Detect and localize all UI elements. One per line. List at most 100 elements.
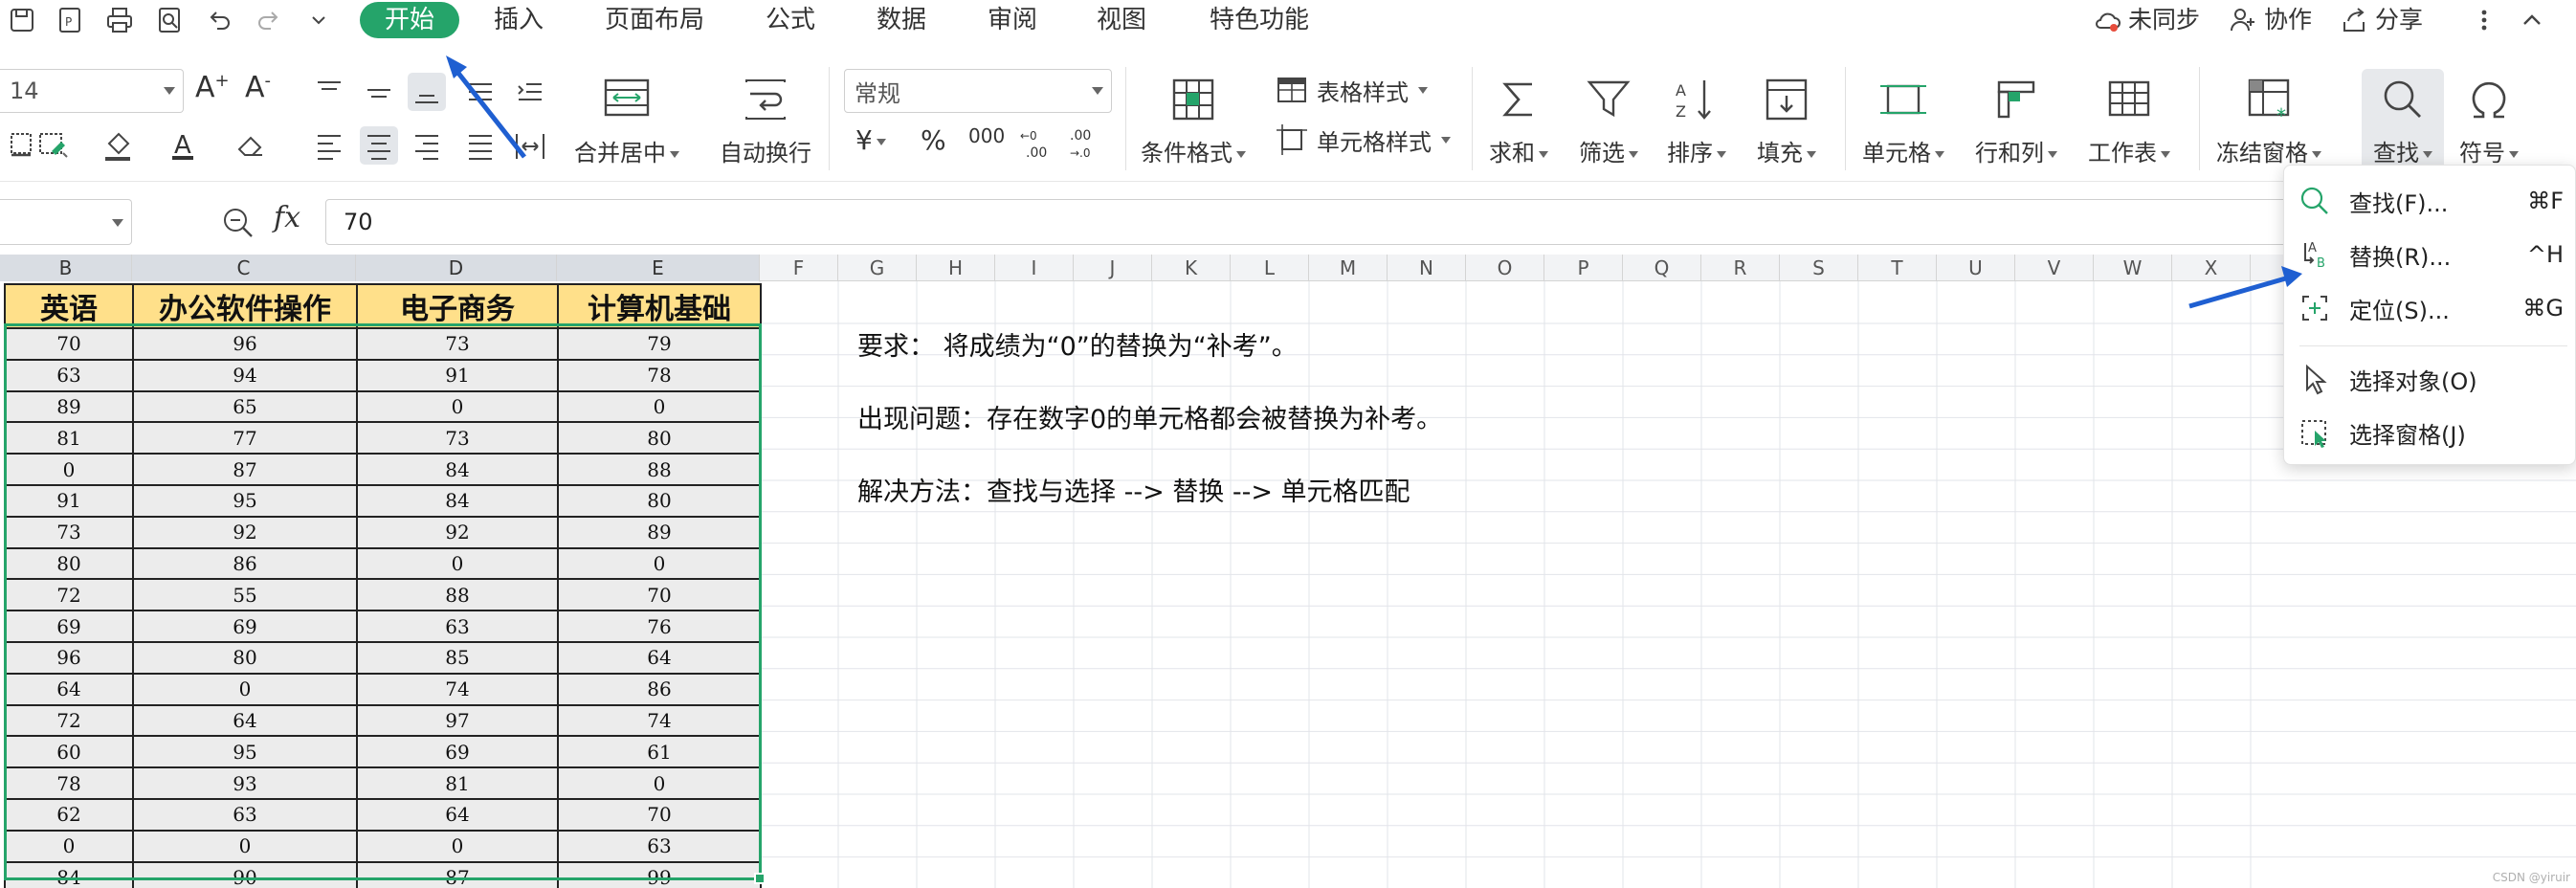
table-cell[interactable]: 89 xyxy=(557,515,762,549)
distributed-align-icon[interactable] xyxy=(511,126,549,165)
table-cell[interactable]: 80 xyxy=(557,421,762,455)
align-center-icon[interactable] xyxy=(360,126,398,165)
column-header-d[interactable]: D xyxy=(356,255,557,281)
table-cell[interactable]: 70 xyxy=(557,797,762,832)
table-cell[interactable]: 79 xyxy=(557,327,762,361)
column-header-i[interactable]: I xyxy=(995,255,1074,281)
zoom-search-icon[interactable] xyxy=(220,205,256,241)
merge-center-button[interactable]: 合并居中 xyxy=(574,73,679,167)
justify-icon[interactable] xyxy=(461,126,500,165)
tab-formulas[interactable]: 公式 xyxy=(766,2,815,38)
table-cell[interactable]: 81 xyxy=(356,766,559,800)
wrap-text-button[interactable]: 自动换行 xyxy=(720,73,811,167)
redo-icon[interactable] xyxy=(253,4,287,36)
column-header-r[interactable]: R xyxy=(1701,255,1780,281)
table-cell[interactable]: 65 xyxy=(132,389,358,424)
table-cell[interactable]: 0 xyxy=(356,389,559,424)
font-color-icon[interactable]: A xyxy=(165,126,203,165)
table-cell[interactable]: 73 xyxy=(4,515,134,549)
table-cell[interactable]: 80 xyxy=(4,546,134,581)
print-icon[interactable] xyxy=(103,4,138,36)
tab-review[interactable]: 审阅 xyxy=(988,2,1037,38)
menu-item-replace[interactable]: AB 替换(R)... ^H xyxy=(2284,231,2576,278)
table-cell[interactable]: 92 xyxy=(356,515,559,549)
fill-handle[interactable] xyxy=(754,873,766,884)
table-style-button[interactable]: 表格样式 xyxy=(1273,71,1428,109)
menu-item-find[interactable]: 查找(F)... ⌘F xyxy=(2284,177,2576,225)
table-cell[interactable]: 84 xyxy=(4,860,134,888)
table-cell[interactable]: 63 xyxy=(557,829,762,863)
more-options-icon[interactable] xyxy=(2469,2,2499,38)
table-cell[interactable]: 88 xyxy=(557,453,762,486)
table-cell[interactable]: 72 xyxy=(4,578,134,612)
table-cell[interactable]: 78 xyxy=(557,358,762,392)
column-header-w[interactable]: W xyxy=(2094,255,2172,281)
table-cell[interactable]: 95 xyxy=(132,483,358,518)
print-preview-icon[interactable] xyxy=(153,4,188,36)
table-cell[interactable]: 96 xyxy=(4,640,134,675)
column-header-j[interactable]: J xyxy=(1074,255,1152,281)
column-header-m[interactable]: M xyxy=(1309,255,1388,281)
menu-item-selection-pane[interactable]: 选择窗格(J) xyxy=(2284,409,2576,456)
tab-view[interactable]: 视图 xyxy=(1097,2,1146,38)
table-cell[interactable]: 69 xyxy=(4,610,134,643)
number-format-combo[interactable]: 常规 xyxy=(844,69,1112,113)
freeze-panes-button[interactable]: * 冻结窗格 xyxy=(2216,73,2321,167)
share-button[interactable]: 分享 xyxy=(2339,2,2423,38)
table-cell[interactable]: 97 xyxy=(356,703,559,738)
table-cell[interactable]: 94 xyxy=(132,358,358,392)
column-header-h[interactable]: H xyxy=(917,255,995,281)
decrease-decimal-icon[interactable]: .00 →.0 xyxy=(1064,124,1102,163)
table-cell[interactable]: 87 xyxy=(356,860,559,888)
column-header-p[interactable]: P xyxy=(1544,255,1623,281)
column-header-q[interactable]: Q xyxy=(1623,255,1701,281)
customize-toolbar-chevron-icon[interactable] xyxy=(302,4,337,36)
filter-button[interactable]: 筛选 xyxy=(1579,73,1638,167)
column-header-e[interactable]: E xyxy=(557,255,760,281)
cell-style-button[interactable]: 单元格样式 xyxy=(1273,121,1451,159)
header-computer-basics[interactable]: 计算机基础 xyxy=(557,283,762,329)
undo-icon[interactable] xyxy=(203,4,237,36)
increase-decimal-icon[interactable]: ←0.00 xyxy=(1016,124,1055,163)
column-header-t[interactable]: T xyxy=(1858,255,1937,281)
column-header-x[interactable]: X xyxy=(2172,255,2251,281)
tab-insert[interactable]: 插入 xyxy=(494,2,544,38)
table-cell[interactable]: 88 xyxy=(356,578,559,612)
table-cell[interactable]: 85 xyxy=(356,640,559,675)
fill-button[interactable]: 填充 xyxy=(1757,73,1816,167)
table-cell[interactable]: 86 xyxy=(132,546,358,581)
table-cell[interactable]: 0 xyxy=(557,389,762,424)
column-header-n[interactable]: N xyxy=(1388,255,1466,281)
table-cell[interactable]: 0 xyxy=(557,766,762,800)
table-cell[interactable]: 93 xyxy=(132,766,358,800)
sum-button[interactable]: 求和 xyxy=(1489,73,1548,167)
table-cell[interactable]: 73 xyxy=(356,327,559,361)
table-cell[interactable]: 74 xyxy=(557,703,762,738)
table-cell[interactable]: 99 xyxy=(557,860,762,888)
table-cell[interactable]: 84 xyxy=(356,483,559,518)
table-cell[interactable]: 0 xyxy=(557,546,762,581)
table-cell[interactable]: 64 xyxy=(557,640,762,675)
pdf-export-icon[interactable]: P xyxy=(54,4,88,36)
align-right-icon[interactable] xyxy=(408,126,446,165)
table-cell[interactable]: 78 xyxy=(4,766,134,800)
increase-font-icon[interactable]: A+ xyxy=(195,71,230,104)
table-cell[interactable]: 76 xyxy=(557,610,762,643)
table-cell[interactable]: 63 xyxy=(4,358,134,392)
column-header-s[interactable]: S xyxy=(1780,255,1858,281)
table-cell[interactable]: 74 xyxy=(356,672,559,706)
name-box[interactable] xyxy=(0,199,132,245)
header-office-software[interactable]: 办公软件操作 xyxy=(132,283,358,329)
sort-button[interactable]: AZ 排序 xyxy=(1667,73,1726,167)
table-cell[interactable]: 72 xyxy=(4,703,134,738)
header-english[interactable]: 英语 xyxy=(4,283,134,329)
table-cell[interactable]: 69 xyxy=(132,610,358,643)
table-cell[interactable]: 0 xyxy=(132,672,358,706)
column-header-v[interactable]: V xyxy=(2015,255,2094,281)
table-cell[interactable]: 69 xyxy=(356,735,559,769)
formula-input[interactable]: 70 xyxy=(325,199,2576,245)
table-cell[interactable]: 64 xyxy=(356,797,559,832)
table-cell[interactable]: 87 xyxy=(132,453,358,486)
insert-function-icon[interactable]: fx xyxy=(274,201,300,234)
find-button[interactable]: 查找 xyxy=(2362,69,2444,176)
